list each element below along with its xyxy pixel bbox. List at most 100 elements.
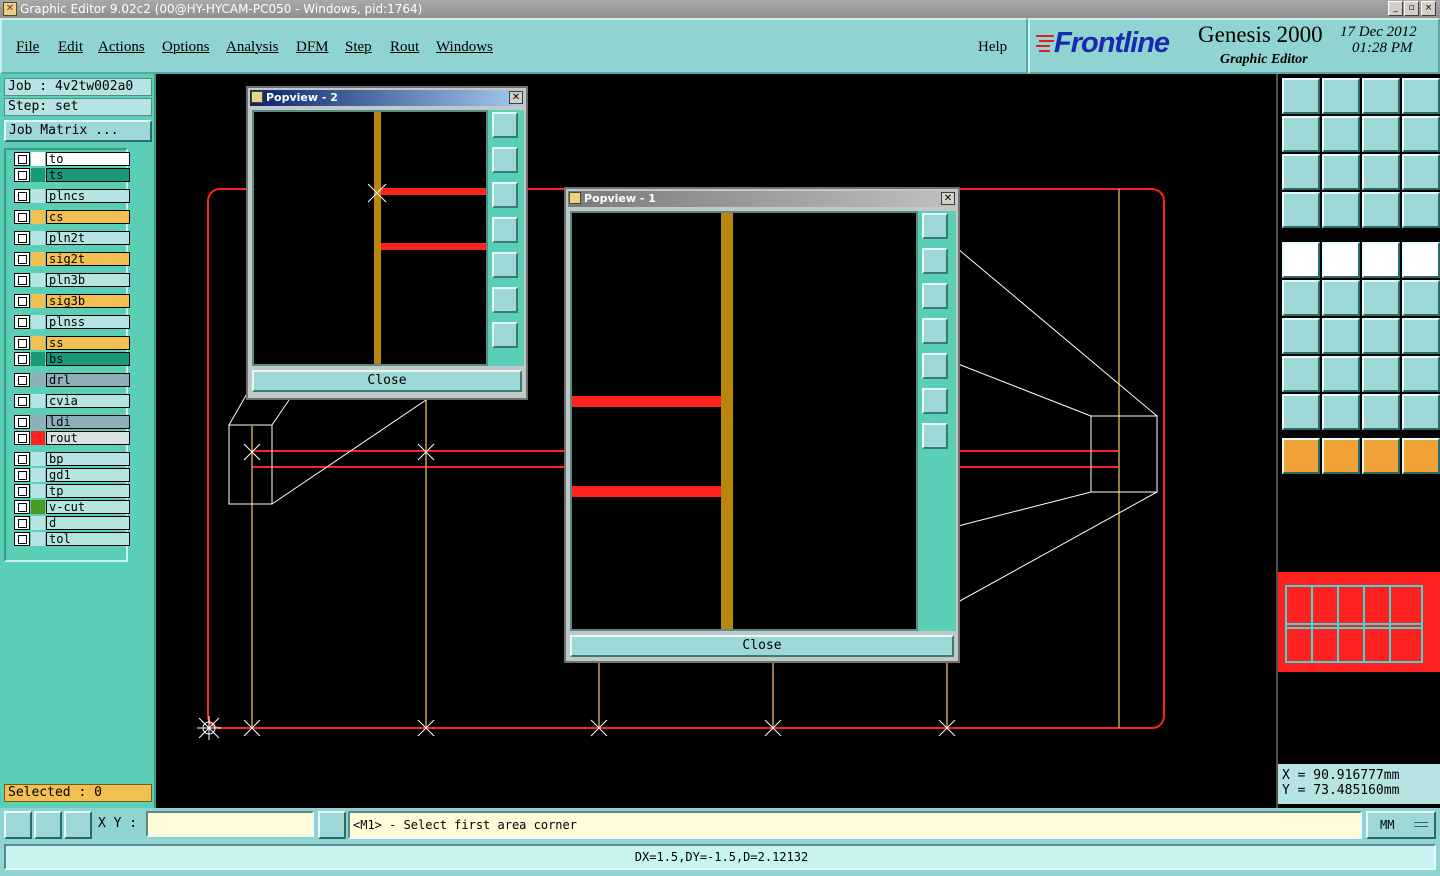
minimize-button[interactable]: _ — [1388, 1, 1403, 16]
split-view-icon[interactable] — [1402, 78, 1440, 114]
menu-analysis[interactable]: Analysis — [226, 39, 279, 56]
layer-checkbox[interactable] — [14, 431, 30, 445]
menu-windows[interactable]: Windows — [436, 39, 493, 56]
home-view-icon[interactable] — [1362, 78, 1400, 114]
cross-icon[interactable] — [1322, 280, 1360, 316]
menu-help[interactable]: Help — [978, 39, 1007, 56]
layer-checkbox[interactable] — [14, 210, 30, 224]
layer-checkbox[interactable] — [14, 373, 30, 387]
layer-row-ldi[interactable]: ldi — [14, 415, 130, 429]
layer-name[interactable]: rout — [46, 431, 130, 445]
route-icon[interactable] — [1402, 438, 1440, 474]
menu-dfm[interactable]: DFM — [296, 39, 329, 56]
close-window-button[interactable]: × — [1421, 1, 1436, 16]
add-dot-icon[interactable] — [1402, 242, 1440, 278]
layer-checkbox[interactable] — [14, 273, 30, 287]
layer-row-tol[interactable]: tol — [14, 532, 130, 546]
layer-checkbox[interactable] — [14, 152, 30, 166]
popview-zoom-in-icon[interactable] — [922, 388, 948, 414]
add-pad-icon[interactable] — [1282, 242, 1320, 278]
maximize-button[interactable]: ▫ — [1404, 1, 1419, 16]
triangle-outline-icon[interactable] — [1322, 394, 1360, 430]
layer-row-v-cut[interactable]: v-cut — [14, 500, 130, 514]
flip-icon[interactable] — [1362, 116, 1400, 152]
layer-checkbox[interactable] — [14, 484, 30, 498]
graphic-canvas[interactable]: Popview - 2 ✕ Close Popview - 1 ✕ Close — [156, 74, 1276, 808]
help-icon[interactable] — [1402, 154, 1440, 190]
layer-name[interactable]: ts — [46, 168, 130, 182]
popview-1-close-icon[interactable]: ✕ — [941, 192, 955, 205]
select-active-icon[interactable] — [1362, 438, 1400, 474]
layer-name[interactable]: tp — [46, 484, 130, 498]
zoom-center-icon[interactable] — [1322, 154, 1360, 190]
layer-checkbox[interactable] — [14, 252, 30, 266]
layer-checkbox[interactable] — [14, 516, 30, 530]
layer-row-ss[interactable]: ss — [14, 336, 130, 350]
select-pad-icon[interactable] — [1282, 356, 1320, 392]
popview-zoom-out-icon[interactable] — [922, 423, 948, 449]
popview-2-close-icon[interactable]: ✕ — [509, 91, 523, 104]
move-alt-icon[interactable] — [1402, 280, 1440, 316]
fit-all-icon[interactable] — [1282, 154, 1320, 190]
layer-name[interactable]: tol — [46, 532, 130, 546]
layer-row-ts[interactable]: ts — [14, 168, 130, 182]
layer-checkbox[interactable] — [14, 336, 30, 350]
layer-row-drl[interactable]: drl — [14, 373, 130, 387]
layer-name[interactable]: bp — [46, 452, 130, 466]
layer-row-gd1[interactable]: gd1 — [14, 468, 130, 482]
layer-name[interactable]: plnss — [46, 315, 130, 329]
zoom-window-icon[interactable] — [1322, 78, 1360, 114]
layer-name[interactable]: gd1 — [46, 468, 130, 482]
layer-compare-icon[interactable] — [1362, 192, 1400, 228]
snap-tool-icon[interactable] — [1282, 192, 1320, 228]
layer-name[interactable]: v-cut — [46, 500, 130, 514]
add-line-icon[interactable] — [1322, 242, 1360, 278]
popview-2-view[interactable] — [252, 110, 488, 366]
layer-checkbox[interactable] — [14, 500, 30, 514]
layer-row-to[interactable]: to — [14, 152, 130, 166]
layer-row-cvia[interactable]: cvia — [14, 394, 130, 408]
arch-icon[interactable] — [1362, 394, 1400, 430]
arch-alt-icon[interactable] — [1402, 394, 1440, 430]
popview-zoom-out-icon[interactable] — [492, 322, 518, 348]
layer-row-pln2t[interactable]: pln2t — [14, 231, 130, 245]
select-pointer-icon[interactable] — [1322, 438, 1360, 474]
layer-checkbox[interactable] — [14, 189, 30, 203]
layer-name[interactable]: d — [46, 516, 130, 530]
menu-step[interactable]: Step — [345, 39, 372, 56]
align-icon[interactable] — [1402, 318, 1440, 354]
menu-file[interactable]: File — [16, 39, 39, 56]
layer-checkbox[interactable] — [14, 315, 30, 329]
group-icon[interactable] — [1402, 356, 1440, 392]
layer-name[interactable]: bs — [46, 352, 130, 366]
popview-1-view[interactable] — [570, 211, 918, 631]
menu-edit[interactable]: Edit — [58, 39, 83, 56]
layer-diff-icon[interactable] — [1402, 192, 1440, 228]
angle-icon[interactable] — [1282, 318, 1320, 354]
popview-pan-up-icon[interactable] — [492, 147, 518, 173]
popview-pan-right-icon[interactable] — [492, 252, 518, 278]
pointer-icon[interactable] — [1282, 438, 1320, 474]
popview-pan-down-icon[interactable] — [492, 182, 518, 208]
layer-name[interactable]: drl — [46, 373, 130, 387]
layer-row-d[interactable]: d — [14, 516, 130, 530]
popview-pan-up-icon[interactable] — [922, 248, 948, 274]
ruler-icon[interactable] — [1362, 242, 1400, 278]
layer-name[interactable]: ldi — [46, 415, 130, 429]
exclamation-icon[interactable] — [318, 811, 346, 839]
layer-checkbox[interactable] — [14, 415, 30, 429]
scale-1-2-icon[interactable] — [1362, 154, 1400, 190]
menu-options[interactable]: Options — [162, 39, 210, 56]
menu-rout[interactable]: Rout — [390, 39, 419, 56]
pan-left-icon[interactable] — [1282, 116, 1320, 152]
layer-row-plnss[interactable]: plnss — [14, 315, 130, 329]
pan-right-icon[interactable] — [1322, 116, 1360, 152]
measure-box-icon[interactable] — [1362, 356, 1400, 392]
layer-name[interactable]: ss — [46, 336, 130, 350]
horizontal-line-icon[interactable] — [1322, 356, 1360, 392]
connect-icon[interactable] — [1282, 280, 1320, 316]
overview-map[interactable] — [1278, 572, 1440, 672]
layer-checkbox[interactable] — [14, 468, 30, 482]
popview-2-close-button[interactable]: Close — [252, 370, 522, 392]
layer-name[interactable]: plncs — [46, 189, 130, 203]
